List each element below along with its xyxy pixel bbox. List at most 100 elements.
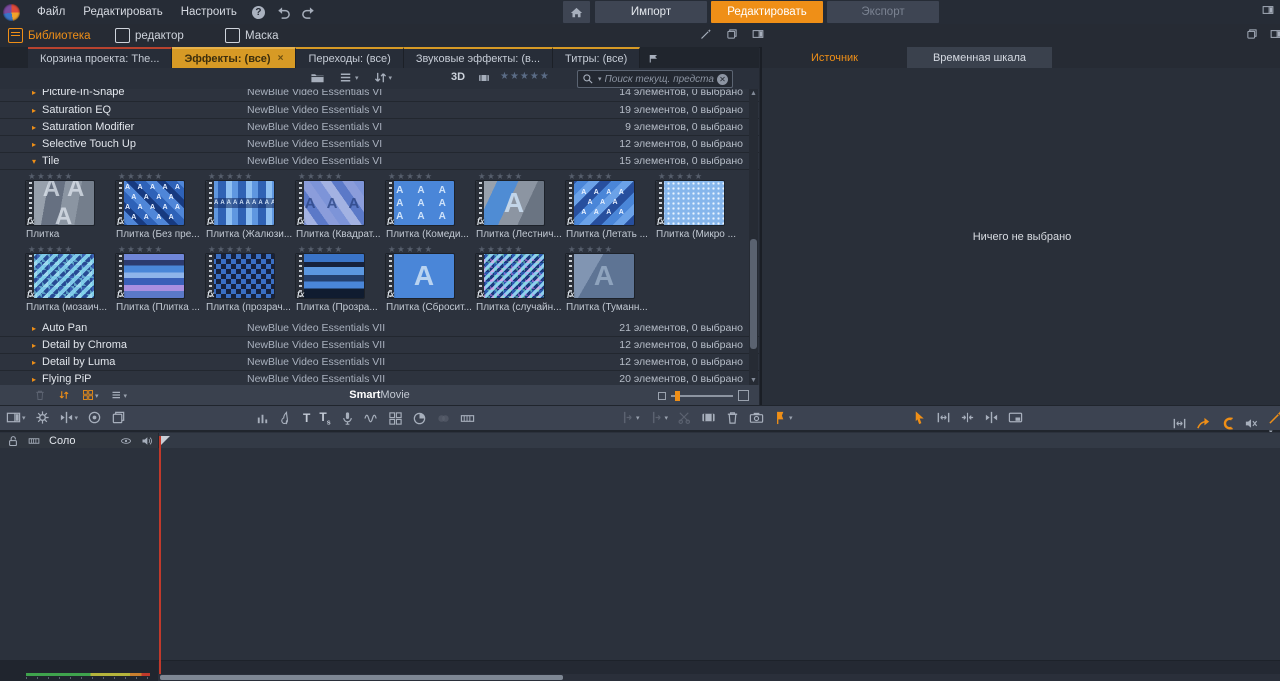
effect-tile[interactable]: ★★★★★fxA A AПлитка bbox=[24, 171, 114, 244]
effect-tile[interactable]: ★★★★★fxПлитка (прозрач... bbox=[204, 244, 294, 317]
tab-editor[interactable]: редактор bbox=[115, 24, 184, 47]
overlay-frame-icon[interactable] bbox=[1008, 410, 1023, 425]
hscrollbar-thumb[interactable] bbox=[160, 675, 563, 680]
edit-mode-button[interactable]: Редактировать bbox=[711, 1, 823, 23]
window-layout-icon[interactable] bbox=[1262, 4, 1274, 16]
expand-arrow-icon[interactable]: ▸ bbox=[32, 375, 42, 384]
sync-arrows-icon[interactable] bbox=[58, 389, 70, 401]
effect-thumbnail[interactable]: fxA A A A A A A A A bbox=[386, 181, 454, 225]
subtitle-icon[interactable]: Ts bbox=[319, 410, 330, 426]
3d-filter-label[interactable]: 3D bbox=[451, 71, 465, 83]
panel-layout-icon[interactable] bbox=[752, 28, 764, 40]
timeline-hscrollbar[interactable] bbox=[158, 674, 1280, 681]
track-name[interactable]: Соло bbox=[49, 435, 111, 447]
trash-icon[interactable] bbox=[34, 389, 46, 401]
copy-icon[interactable] bbox=[1246, 28, 1258, 40]
send-to-timeline-icon[interactable] bbox=[1196, 416, 1211, 431]
track-header[interactable]: Соло bbox=[0, 433, 158, 448]
title-icon[interactable]: T bbox=[303, 411, 310, 425]
magnet-snap-icon[interactable] bbox=[1220, 416, 1235, 431]
effect-thumbnail[interactable]: fxA A A bbox=[296, 181, 364, 225]
scroll-down-icon[interactable]: ▼ bbox=[749, 376, 758, 385]
split-clip-icon[interactable] bbox=[984, 410, 999, 425]
effect-group-row[interactable]: ▸Saturation ModifierNewBlue Video Essent… bbox=[0, 119, 759, 136]
razor-icon[interactable] bbox=[677, 410, 692, 425]
home-button[interactable] bbox=[563, 1, 590, 23]
search-box[interactable]: ▾ Поиск текущ. представления ✕ bbox=[577, 70, 733, 88]
snapshot-camera-icon[interactable] bbox=[749, 410, 764, 425]
effect-thumbnail[interactable]: fx bbox=[656, 181, 724, 225]
settings-gear-icon[interactable] bbox=[35, 410, 50, 425]
color-pie-icon[interactable] bbox=[412, 411, 427, 426]
new-tab-pin-icon[interactable] bbox=[648, 52, 660, 64]
effect-tile[interactable]: ★★★★★fxПлитка (Прозра... bbox=[294, 244, 384, 317]
wave-icon[interactable] bbox=[364, 411, 379, 426]
list-scrollbar[interactable]: ▲ ▼ bbox=[749, 89, 758, 385]
effect-tile[interactable]: ★★★★★fxAAAAAAAAAAПлитка (Жалюзи... bbox=[204, 171, 294, 244]
keyboard-icon[interactable] bbox=[460, 411, 475, 426]
effect-group-row[interactable]: ▸Auto PanNewBlue Video Essentials VII21 … bbox=[0, 320, 759, 337]
tab-sound-effects[interactable]: Звуковые эффекты: (в... bbox=[404, 47, 553, 68]
effect-tile[interactable]: ★★★★★fxA A A A A A A A AПлитка (Комеди..… bbox=[384, 171, 474, 244]
scrollbar-thumb[interactable] bbox=[750, 239, 757, 349]
undo-icon[interactable] bbox=[276, 5, 291, 20]
tab-library[interactable]: Библиотека bbox=[8, 24, 91, 47]
score-clef-icon[interactable] bbox=[279, 411, 294, 426]
app-logo-icon[interactable] bbox=[3, 4, 20, 21]
audio-ducking-icon[interactable] bbox=[1244, 416, 1259, 431]
expand-arrow-icon[interactable]: ▸ bbox=[32, 106, 42, 115]
tag-filter-icon[interactable] bbox=[478, 72, 490, 84]
marker-button[interactable]: ▾ bbox=[773, 410, 793, 425]
expand-arrow-icon[interactable]: ▸ bbox=[32, 123, 42, 132]
effect-thumbnail[interactable]: fxA bbox=[476, 181, 544, 225]
keyboard-track-icon[interactable] bbox=[28, 435, 40, 447]
track-size-button[interactable]: ▾ bbox=[59, 410, 79, 425]
playhead-flag-icon[interactable] bbox=[161, 436, 170, 445]
sort-button[interactable]: ▾ bbox=[373, 70, 393, 85]
tab-project-bin[interactable]: Корзина проекта: The... bbox=[28, 47, 172, 68]
audio-mixer-icon[interactable] bbox=[255, 411, 270, 426]
effect-thumbnail[interactable]: fxA A A bbox=[26, 181, 94, 225]
menu-file[interactable]: Файл bbox=[28, 6, 74, 18]
effect-group-row[interactable]: ▸Picture-In-ShapeNewBlue Video Essential… bbox=[0, 89, 759, 102]
monitor-select-button[interactable]: ▾ bbox=[6, 410, 26, 425]
thumbnail-zoom-control[interactable] bbox=[658, 390, 749, 401]
voiceover-mic-icon[interactable] bbox=[340, 411, 355, 426]
view-mode-button[interactable]: ▾ bbox=[339, 70, 359, 85]
lock-icon[interactable] bbox=[7, 435, 19, 447]
wand-icon[interactable] bbox=[700, 28, 712, 40]
copy-icon[interactable] bbox=[726, 28, 738, 40]
expand-arrow-icon[interactable]: ▸ bbox=[32, 324, 42, 333]
close-tab-icon[interactable]: × bbox=[278, 53, 284, 64]
export-button[interactable]: Экспорт bbox=[827, 1, 939, 23]
import-button[interactable]: Импорт bbox=[595, 1, 707, 23]
rating-filter-stars[interactable]: ★★★★★ bbox=[500, 71, 550, 82]
record-circle-icon[interactable] bbox=[87, 410, 102, 425]
mark-in-button[interactable]: ▾ bbox=[620, 410, 640, 425]
select-cursor-icon[interactable] bbox=[912, 410, 927, 425]
expand-arrow-icon[interactable]: ▸ bbox=[32, 89, 42, 97]
playhead-line[interactable] bbox=[159, 436, 161, 674]
scroll-up-icon[interactable]: ▲ bbox=[749, 89, 758, 98]
tab-transitions[interactable]: Переходы: (все) bbox=[296, 47, 403, 68]
effect-thumbnail[interactable]: fx bbox=[116, 254, 184, 298]
mark-out-button[interactable]: ▾ bbox=[649, 410, 669, 425]
trash-icon[interactable] bbox=[725, 410, 740, 425]
tab-source[interactable]: Источник bbox=[762, 47, 907, 68]
effect-tile[interactable]: ★★★★★fxA A A A A A A A A A AПлитка (Лета… bbox=[564, 171, 654, 244]
effect-group-row[interactable]: ▸Detail by ChromaNewBlue Video Essential… bbox=[0, 337, 759, 354]
tab-mask[interactable]: Маска bbox=[225, 24, 279, 47]
zoom-in-icon[interactable] bbox=[738, 390, 749, 401]
effect-tile[interactable]: ★★★★★fxПлитка (мозаич... bbox=[24, 244, 114, 317]
timeline-ruler[interactable] bbox=[158, 660, 1280, 675]
effect-thumbnail[interactable]: fx bbox=[296, 254, 364, 298]
effect-group-row[interactable]: ▾TileNewBlue Video Essentials VI15 элеме… bbox=[0, 153, 759, 170]
tab-timeline-preview[interactable]: Временная шкала bbox=[907, 47, 1052, 68]
effect-tile[interactable]: ★★★★★fxA A A A A A A A A A A A A A A A A… bbox=[114, 171, 204, 244]
tab-effects[interactable]: Эффекты: (все)× bbox=[172, 47, 296, 68]
help-icon[interactable]: ? bbox=[252, 6, 265, 19]
speaker-mute-icon[interactable] bbox=[141, 435, 153, 447]
effect-thumbnail[interactable]: fx bbox=[476, 254, 544, 298]
zoom-slider[interactable] bbox=[671, 395, 733, 397]
effect-thumbnail[interactable]: fx bbox=[206, 254, 274, 298]
